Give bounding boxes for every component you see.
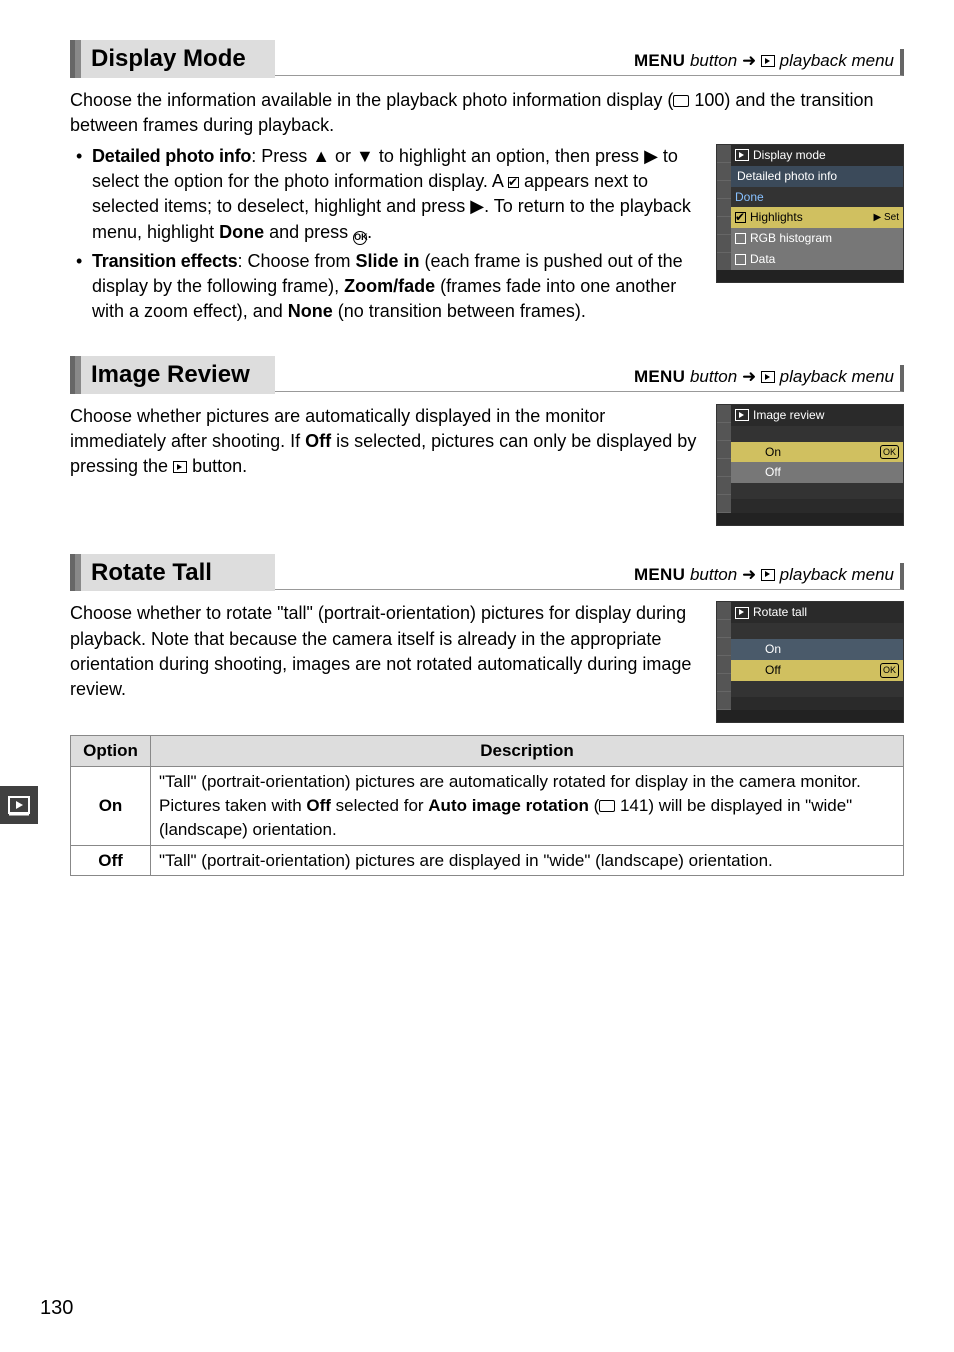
image-review-menu-sim: Image review On OK Off <box>716 404 904 526</box>
section-title: Image Review <box>75 356 275 394</box>
bullet1-done: Done <box>219 222 264 242</box>
table-header-row: Option Description <box>71 736 904 767</box>
menu-label: MENU <box>634 51 685 70</box>
side-tab-playback <box>0 786 38 824</box>
breadcrumb-dest: playback menu <box>775 565 894 584</box>
col-header-option: Option <box>71 736 151 767</box>
ir-off: Off <box>305 431 331 451</box>
display-mode-intro: Choose the information available in the … <box>70 88 904 138</box>
section-title: Rotate Tall <box>75 554 275 592</box>
on-desc-auto: Auto image rotation <box>428 796 589 815</box>
rotate-tall-options-table: Option Description On "Tall" (portrait-o… <box>70 735 904 876</box>
section-header-image-review: Image Review MENU button ➜ playback menu <box>70 356 904 394</box>
bullet1-h: . <box>367 222 372 242</box>
on-desc-off: Off <box>306 796 331 815</box>
breadcrumb-button-text: button <box>685 367 737 386</box>
ok-icon: OK <box>353 231 367 245</box>
bullet1-label: Detailed photo info <box>92 146 251 166</box>
rotate-tall-menu-sim: Rotate tall On Off OK <box>716 601 904 723</box>
option-off: Off <box>71 845 151 876</box>
page-number: 130 <box>40 1294 73 1322</box>
breadcrumb-button-text: button <box>685 565 737 584</box>
sim-row-off: Off OK <box>731 660 903 681</box>
bullet1-g: and press <box>264 222 353 242</box>
playback-icon <box>735 409 749 421</box>
sim-off-text: Off <box>765 662 781 679</box>
bullet2-none: None <box>288 301 333 321</box>
bullet2-slide: Slide in <box>355 251 419 271</box>
sim-head-text: Image review <box>753 407 824 424</box>
display-mode-bullets: Detailed photo info: Press ▲ or ▼ to hig… <box>70 144 904 324</box>
playback-icon <box>761 55 775 67</box>
page-ref-icon <box>599 800 615 812</box>
sim-head: Rotate tall <box>731 602 903 623</box>
breadcrumb: MENU button ➜ playback menu <box>275 365 904 392</box>
on-desc-c: ( <box>589 796 599 815</box>
breadcrumb-button-text: button <box>685 51 737 70</box>
sim-ok-text: OK <box>880 663 899 678</box>
sim-on-text: On <box>765 444 781 461</box>
bullet-transition-effects: Transition effects: Choose from Slide in… <box>70 249 904 325</box>
bullet2-d: (no transition between frames). <box>333 301 586 321</box>
sim-head: Image review <box>731 405 903 426</box>
on-desc-b: selected for <box>331 796 428 815</box>
sim-row-off: Off <box>731 462 903 483</box>
playback-box-icon <box>7 793 31 817</box>
bullet1-b: or <box>330 146 356 166</box>
intro-text-a: Choose the information available in the … <box>70 90 673 110</box>
section-header-display-mode: Display Mode MENU button ➜ playback menu <box>70 40 904 78</box>
breadcrumb-dest: playback menu <box>775 367 894 386</box>
sim-row-on: On OK <box>731 442 903 463</box>
playback-icon <box>761 371 775 383</box>
right-triangle-icon: ▶ <box>644 146 658 166</box>
bullet2-zoom: Zoom/fade <box>344 276 435 296</box>
playback-icon <box>173 461 187 473</box>
option-off-desc: "Tall" (portrait-orientation) pictures a… <box>151 845 904 876</box>
bullet1-a: : Press <box>251 146 312 166</box>
sim-on-text: On <box>765 641 781 658</box>
breadcrumb-dest: playback menu <box>775 51 894 70</box>
bullet-detailed-photo-info: Detailed photo info: Press ▲ or ▼ to hig… <box>70 144 904 245</box>
sim-ok-text: OK <box>880 445 899 460</box>
menu-label: MENU <box>634 367 685 386</box>
col-header-description: Description <box>151 736 904 767</box>
ir-text-c: button. <box>187 456 247 476</box>
menu-label: MENU <box>634 565 685 584</box>
playback-icon <box>735 607 749 619</box>
arrow-icon: ➜ <box>742 367 761 386</box>
option-on: On <box>71 767 151 845</box>
page-ref-icon <box>673 95 689 107</box>
checkbox-checked-icon <box>508 177 519 188</box>
sim-row-on: On <box>731 639 903 660</box>
section-title: Display Mode <box>75 40 275 78</box>
breadcrumb: MENU button ➜ playback menu <box>275 49 904 76</box>
up-triangle-icon: ▲ <box>312 146 330 166</box>
sim-off-text: Off <box>765 464 781 481</box>
option-on-desc: "Tall" (portrait-orientation) pictures a… <box>151 767 904 845</box>
table-row: Off "Tall" (portrait-orientation) pictur… <box>71 845 904 876</box>
right-triangle-icon: ▶ <box>470 196 484 216</box>
arrow-icon: ➜ <box>742 51 761 70</box>
table-row: On "Tall" (portrait-orientation) picture… <box>71 767 904 845</box>
playback-icon <box>761 569 775 581</box>
arrow-icon: ➜ <box>742 565 761 584</box>
sim-head-text: Rotate tall <box>753 604 807 621</box>
bullet2-label: Transition effects <box>92 251 237 271</box>
bullet2-a: : Choose from <box>237 251 355 271</box>
bullet1-c: to highlight an option, then press <box>374 146 644 166</box>
breadcrumb: MENU button ➜ playback menu <box>275 563 904 590</box>
section-header-rotate-tall: Rotate Tall MENU button ➜ playback menu <box>70 554 904 592</box>
down-triangle-icon: ▼ <box>356 146 374 166</box>
